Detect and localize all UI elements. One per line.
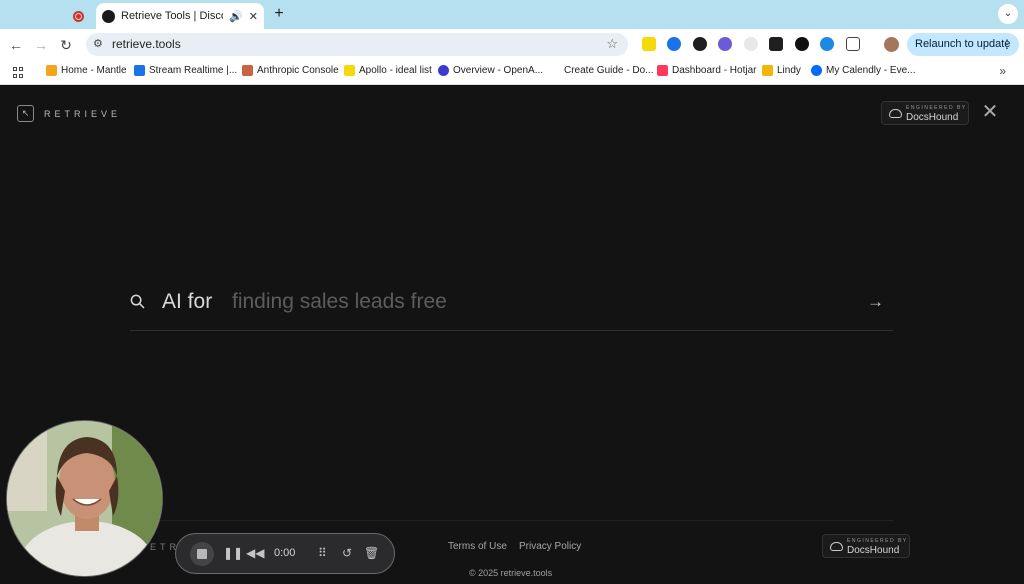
engineered-by-label: ENGINEERED BY [847, 538, 908, 544]
bookmark-label: My Calendly - Eve... [826, 65, 916, 76]
browser-tab-strip: Retrieve Tools | Discover y 🔊 ✕ + ⌄ [0, 0, 1024, 29]
browser-toolbar: ← → ↻ ⚙ retrieve.tools ☆ Relaunch to upd… [0, 29, 1024, 60]
extension-icon[interactable] [642, 37, 656, 51]
submit-arrow-icon[interactable]: → [867, 292, 884, 312]
extension-icon[interactable] [795, 37, 809, 51]
relaunch-label: Relaunch to update [915, 38, 1011, 50]
webcam-preview[interactable] [6, 420, 163, 577]
bookmark-item[interactable]: Apollo - ideal list [344, 65, 432, 76]
reload-button[interactable]: ↻ [56, 35, 76, 55]
stop-icon [197, 549, 207, 559]
bookmark-label: Overview - OpenA... [453, 65, 544, 76]
pause-icon[interactable]: ❚❚ [223, 546, 243, 560]
search-prefix: AI for [162, 290, 213, 313]
terms-link[interactable]: Terms of Use [448, 541, 507, 552]
logo-text: RETRIEVE [44, 108, 122, 119]
bookmark-item[interactable]: Overview - OpenA... [438, 65, 543, 76]
tab-title: Retrieve Tools | Discover y [121, 10, 223, 22]
address-bar[interactable]: ⚙ retrieve.tools ☆ [86, 33, 628, 56]
close-icon[interactable]: ✕ [981, 102, 999, 122]
url-text: retrieve.tools [112, 37, 181, 51]
bookmark-item[interactable]: Anthropic Console [242, 65, 339, 76]
privacy-link[interactable]: Privacy Policy [519, 541, 581, 552]
grid-icon[interactable]: ⠿ [318, 546, 327, 560]
hotjar-icon [657, 65, 668, 76]
openai-icon [438, 65, 449, 76]
bookmark-label: Lindy [777, 65, 801, 76]
recording-timer: 0:00 [274, 547, 296, 559]
bookmark-star-icon[interactable]: ☆ [606, 36, 618, 52]
bookmark-item[interactable]: Home - Mantle [46, 65, 127, 76]
apollo-icon [344, 65, 355, 76]
new-tab-button[interactable]: + [270, 5, 288, 23]
presenter-image [7, 421, 162, 576]
stop-recording-button[interactable] [190, 542, 214, 566]
docshound-label: DocsHound [906, 112, 959, 123]
extension-icon[interactable] [693, 37, 707, 51]
mantle-icon [46, 65, 57, 76]
cloud-icon [889, 109, 902, 118]
extension-icon[interactable] [744, 37, 758, 51]
extension-icon[interactable] [820, 37, 834, 51]
recording-icon [72, 11, 84, 22]
apps-grid-icon[interactable] [13, 67, 24, 78]
stream-icon [134, 65, 145, 76]
engineered-by-label: ENGINEERED BY [906, 105, 967, 111]
bookmark-item[interactable]: My Calendly - Eve... [811, 65, 915, 76]
bookmark-item[interactable]: Dashboard - Hotjar [657, 65, 756, 76]
bookmark-label: Dashboard - Hotjar [672, 65, 757, 76]
restart-icon[interactable]: ↺ [342, 546, 352, 560]
docshound-badge[interactable]: ENGINEERED BY DocsHound [881, 101, 969, 125]
docshound-label: DocsHound [847, 545, 900, 556]
more-bookmarks-button[interactable]: » [999, 64, 1006, 78]
retrieve-logo-icon: ↖ [17, 105, 34, 122]
tab-search-button[interactable]: ⌄ [998, 4, 1018, 24]
search-icon [130, 294, 145, 309]
site-info-icon[interactable]: ⚙ [93, 37, 103, 50]
speaker-icon[interactable]: 🔊 [229, 10, 243, 23]
tab-close-icon[interactable]: ✕ [249, 10, 258, 23]
menu-dots-icon[interactable]: ⋮ [1001, 33, 1013, 56]
bookmark-label: Home - Mantle [61, 65, 127, 76]
calendly-icon [811, 65, 822, 76]
tab-recording[interactable] [60, 4, 96, 29]
retrieve-favicon-icon [102, 9, 115, 23]
extension-icon[interactable] [667, 37, 681, 51]
recording-controls: ❚❚ ◀◀ 0:00 ⠿ ↺ 🗑 [175, 533, 395, 574]
bookmark-item[interactable]: Create Guide - Do... [549, 65, 653, 76]
cloud-icon [830, 542, 843, 551]
lindy-icon [762, 65, 773, 76]
retrieve-logo[interactable]: ↖ RETRIEVE [17, 105, 121, 122]
search-input[interactable]: finding sales leads free [232, 290, 447, 314]
back-button[interactable]: ← [6, 35, 26, 55]
footer-docshound-badge[interactable]: ENGINEERED BY DocsHound [822, 534, 910, 558]
search-bar[interactable]: AI for finding sales leads free → [130, 284, 893, 331]
extension-icon[interactable] [718, 37, 732, 51]
copyright-text: © 2025 retrieve.tools [469, 568, 553, 578]
rewind-icon[interactable]: ◀◀ [246, 546, 264, 560]
bookmark-label: Create Guide - Do... [564, 65, 654, 76]
trash-icon[interactable]: 🗑 [364, 546, 379, 560]
tab-retrieve-tools[interactable]: Retrieve Tools | Discover y 🔊 ✕ [96, 3, 264, 29]
forward-button[interactable]: → [31, 35, 51, 55]
docs-icon [549, 65, 560, 76]
relaunch-button[interactable]: Relaunch to update ⋮ [907, 33, 1019, 56]
anthropic-icon [242, 65, 253, 76]
bookmarks-bar: Home - Mantle Stream Realtime |... Anthr… [0, 60, 1024, 85]
bookmark-label: Stream Realtime |... [149, 65, 238, 76]
bookmark-item[interactable]: Stream Realtime |... [134, 65, 237, 76]
bookmark-label: Anthropic Console [257, 65, 339, 76]
profile-avatar[interactable] [884, 37, 899, 52]
extension-icon[interactable] [769, 37, 783, 51]
bookmark-item[interactable]: Lindy [762, 65, 801, 76]
bookmark-label: Apollo - ideal list [359, 65, 432, 76]
footer-divider [130, 520, 893, 521]
extensions-puzzle-icon[interactable] [846, 37, 860, 51]
